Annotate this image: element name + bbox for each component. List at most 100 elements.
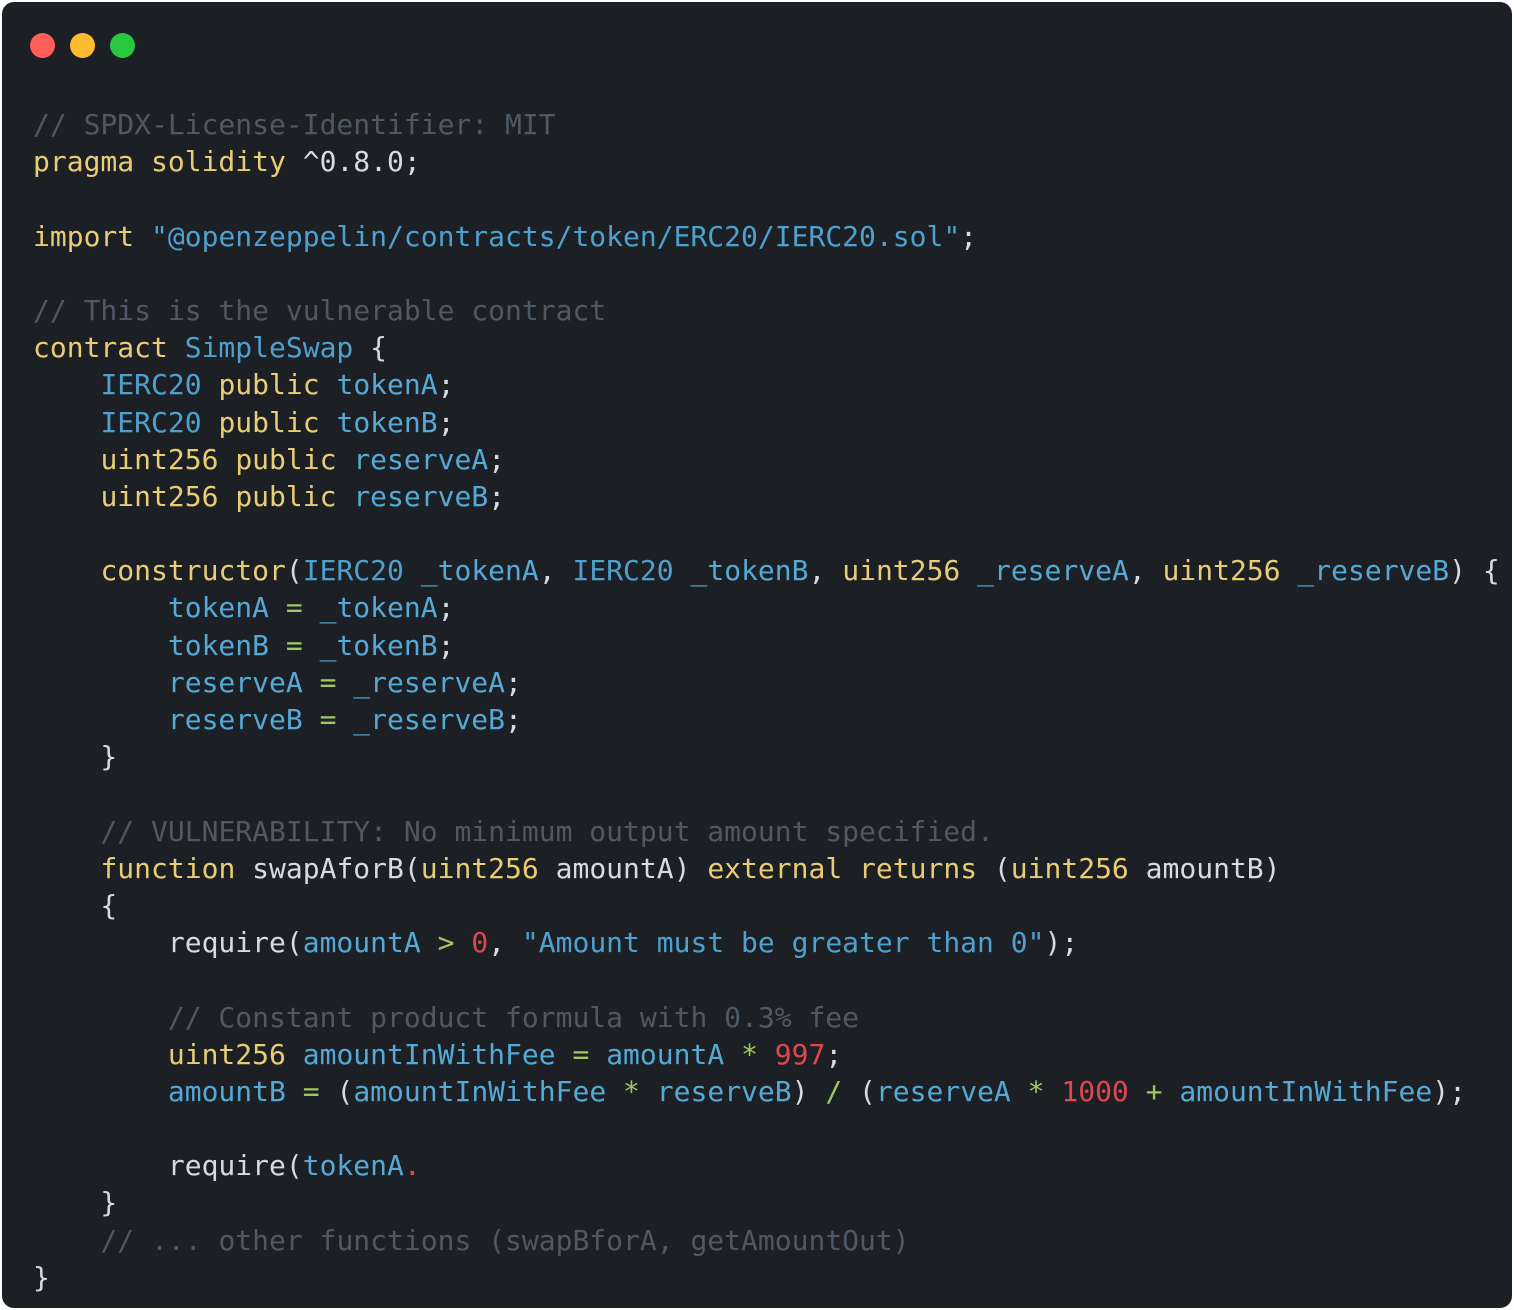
code-token-type: IERC20	[572, 554, 674, 588]
code-token-keyword: uint256	[420, 851, 539, 885]
code-token-type: IERC20	[100, 368, 202, 402]
code-token-keyword: uint256	[167, 1037, 286, 1071]
code-window: // SPDX-License-Identifier: MIT pragma so…	[2, 2, 1512, 1308]
code-token-ident: _tokenB	[319, 628, 438, 662]
code-token-ident: tokenA	[302, 1149, 404, 1183]
code-token-comment: // SPDX-License-Identifier: MIT	[33, 108, 556, 141]
code-token-plain: ;	[960, 219, 978, 253]
code-token-comment: // This is the vulnerable contract	[33, 293, 607, 327]
code-token-ident: _tokenA	[319, 591, 438, 625]
code-token-keyword: uint256	[100, 479, 219, 513]
code-line: import "@openzeppelin/contracts/token/ER…	[33, 218, 1500, 255]
code-token-keyword: import	[33, 219, 135, 253]
code-token-plain: }	[33, 1186, 118, 1220]
code-token-operator: *	[1027, 1074, 1045, 1108]
code-token-plain: ;	[825, 1037, 843, 1071]
code-line: // This is the vulnerable contract	[33, 292, 1500, 329]
code-line: {	[33, 887, 1500, 924]
code-token-ident: tokenB	[167, 628, 270, 662]
code-token-string: "@openzeppelin/contracts/token/ERC20/IER…	[151, 219, 961, 253]
code-token-plain: }	[33, 740, 118, 774]
code-token-plain: (	[977, 851, 1011, 885]
code-line: }	[33, 738, 1500, 775]
code-token-keyword: uint256	[1010, 851, 1129, 885]
code-line: // ... other functions (swapBforA, getAm…	[33, 1222, 1500, 1259]
code-line: pragma solidity ^0.8.0;	[33, 143, 1500, 180]
code-token-comment: // Constant product formula with 0.3% fe…	[167, 1000, 860, 1034]
code-line: // Constant product formula with 0.3% fe…	[33, 999, 1500, 1036]
code-token-number: 1000	[1061, 1074, 1129, 1108]
code-token-plain: );	[1432, 1074, 1466, 1108]
code-token-ident: reserveA	[875, 1074, 1011, 1108]
code-token-string: "Amount must be greater than 0"	[521, 926, 1045, 960]
code-token-keyword: returns	[859, 851, 978, 885]
code-token-keyword: public	[218, 368, 320, 402]
zoom-button[interactable]	[110, 33, 135, 58]
code-token-plain: ;	[488, 479, 506, 513]
code-token-ident: amountInWithFee	[302, 1037, 556, 1071]
code-token-plain: ,	[538, 554, 573, 588]
code-token-ident: _tokenA	[420, 554, 539, 588]
code-token-ident: reserveA	[167, 665, 303, 699]
code-token-plain: {	[353, 331, 388, 365]
code-token-plain: ;	[505, 703, 522, 736]
code-line: require(tokenA.	[33, 1147, 1500, 1184]
code-token-operator: +	[1145, 1074, 1163, 1108]
code-line: constructor(IERC20 _tokenA, IERC20 _toke…	[33, 552, 1500, 589]
code-token-number: .	[403, 1149, 421, 1183]
code-token-ident: tokenB	[336, 405, 438, 439]
code-line: ​	[33, 255, 1500, 292]
code-line: contract SimpleSwap {	[33, 329, 1500, 366]
code-token-ident: _reserveB	[1297, 554, 1450, 588]
code-line: require(amountA > 0, "Amount must be gre…	[33, 924, 1500, 961]
code-token-plain: ) {	[1449, 554, 1500, 588]
code-line: ​	[33, 961, 1500, 998]
code-token-plain: ^0.8.0;	[285, 145, 421, 179]
code-token-keyword: uint256	[842, 554, 961, 588]
code-token-ident: _tokenB	[690, 554, 809, 588]
code-token-plain: ;	[437, 628, 455, 662]
code-token-plain: amountB)	[1128, 851, 1281, 885]
code-token-keyword: public	[235, 442, 337, 476]
code-token-plain: ;	[505, 665, 522, 699]
code-token-plain: (	[842, 1074, 876, 1108]
code-token-plain: require(	[33, 1149, 303, 1183]
window-titlebar	[2, 2, 1512, 82]
close-button[interactable]	[30, 33, 55, 58]
code-line: ​	[33, 180, 1500, 217]
code-token-plain: {	[33, 888, 118, 922]
code-token-operator: =	[285, 591, 303, 625]
code-token-plain: swapAforB(	[235, 851, 421, 885]
minimize-button[interactable]	[70, 33, 95, 58]
code-line: // SPDX-License-Identifier: MIT	[33, 106, 1500, 143]
